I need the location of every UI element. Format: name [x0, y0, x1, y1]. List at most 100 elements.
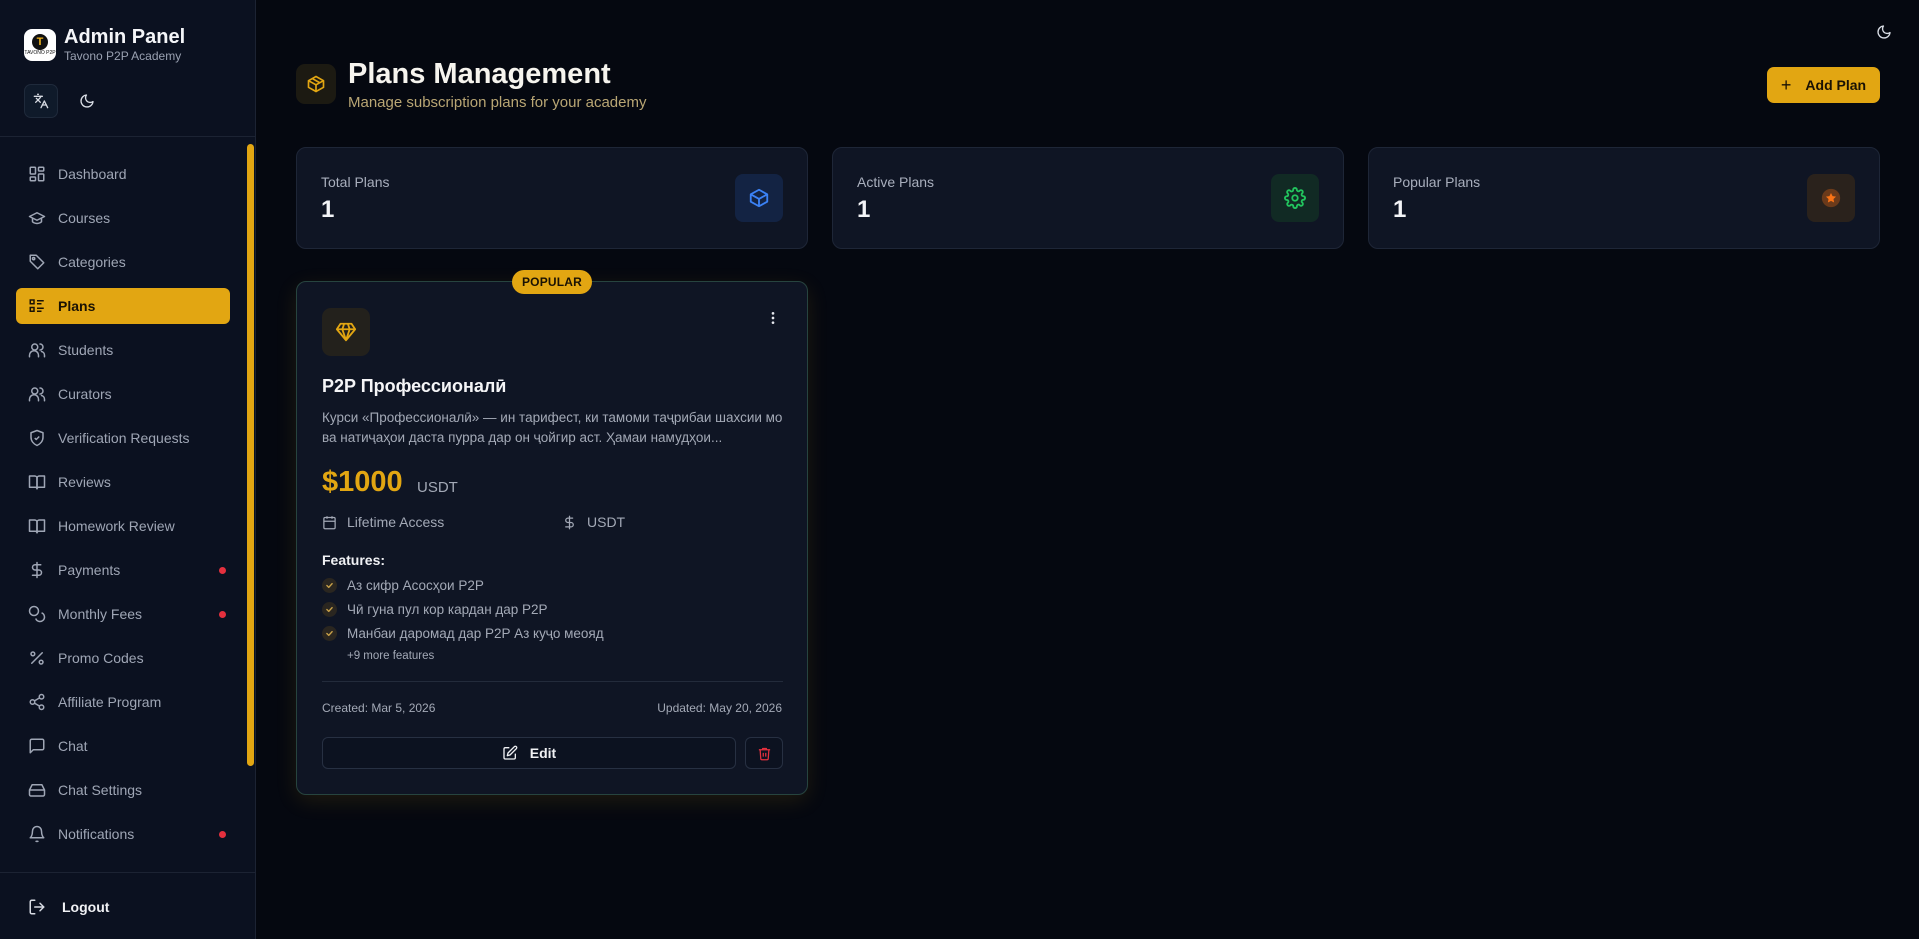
page-icon [296, 64, 336, 104]
currency-label: USDT [587, 514, 626, 530]
sidebar-item-verification-requests[interactable]: Verification Requests [16, 420, 230, 456]
sidebar-item-label: Promo Codes [58, 650, 144, 666]
calendar-icon [323, 515, 336, 529]
moon-icon [80, 94, 94, 108]
sidebar-item-plans[interactable]: Plans [16, 288, 230, 324]
sidebar-item-label: Courses [58, 210, 111, 226]
sidebar-item-label: Chat [58, 738, 88, 754]
language-button[interactable] [24, 84, 58, 118]
dashboard-icon [29, 166, 45, 182]
theme-toggle-button[interactable] [1876, 24, 1896, 44]
sidebar-item-label: Notifications [58, 826, 135, 842]
sidebar-item-label: Payments [58, 562, 121, 578]
plan-currency: USDT [417, 479, 458, 496]
features-title: Features: [322, 552, 386, 568]
access-info: Lifetime Access [322, 514, 444, 530]
edit-icon [503, 745, 518, 760]
sidebar-item-monthly-fees[interactable]: Monthly Fees [16, 596, 230, 632]
plan-price: $1000 [322, 466, 403, 498]
page-title: Plans Management [348, 58, 611, 90]
feature-item: Чӣ гуна пул кор кардан дар P2P [322, 602, 548, 617]
sidebar-item-homework-review[interactable]: Homework Review [16, 508, 230, 544]
sidebar-item-notifications[interactable]: Notifications [16, 816, 230, 852]
graduation-cap-icon [28, 212, 46, 225]
currency-info: USDT [562, 514, 625, 530]
tag-icon [29, 254, 45, 270]
chat-icon [29, 738, 45, 754]
brand-title: Admin Panel [64, 26, 186, 48]
sidebar-nav: Dashboard Courses Categories Plans Stude… [16, 156, 230, 866]
brand-subtitle: Tavono P2P Academy [64, 49, 182, 63]
plan-card[interactable]: POPULAR P2P Профессионалӣ Курси «Професс… [296, 270, 808, 795]
feature-item: Манбаи даромад дар P2P Аз куҷо меояд [322, 626, 604, 641]
sidebar-item-label: Homework Review [58, 518, 175, 534]
sidebar-item-curators[interactable]: Curators [16, 376, 230, 412]
dollar-icon [31, 561, 43, 579]
sidebar-item-students[interactable]: Students [16, 332, 230, 368]
brand[interactable]: T TAVONO P2P Admin Panel Tavono P2P Acad… [24, 26, 185, 64]
stat-icon-wrap [735, 174, 783, 222]
sidebar-item-label: Affiliate Program [58, 694, 162, 710]
feature-text: Аз сифр Асосҳои P2P [347, 578, 484, 593]
logo-text: TAVONO P2P [24, 50, 56, 56]
sidebar-item-label: Monthly Fees [58, 606, 143, 622]
more-features: +9 more features [347, 650, 435, 662]
dots-vertical-icon [771, 312, 775, 324]
stat-icon-wrap [1271, 174, 1319, 222]
sidebar-scrollbar[interactable] [247, 144, 254, 766]
package-icon [307, 75, 325, 93]
bell-icon [29, 825, 45, 843]
sidebar-item-label: Dashboard [58, 166, 127, 182]
stat-card-active-plans: Active Plans 1 [832, 147, 1344, 249]
sidebar-item-courses[interactable]: Courses [16, 200, 230, 236]
sidebar-item-label: Curators [58, 386, 112, 402]
notification-dot [219, 567, 226, 574]
check-icon [322, 578, 337, 593]
plus-icon: + [1780, 75, 1792, 95]
add-plan-button[interactable]: + Add Plan [1767, 67, 1880, 103]
page-subtitle: Manage subscription plans for your acade… [348, 94, 647, 111]
sidebar-item-categories[interactable]: Categories [16, 244, 230, 280]
sidebar-item-promo-codes[interactable]: Promo Codes [16, 640, 230, 676]
sidebar-item-dashboard[interactable]: Dashboard [16, 156, 230, 192]
stat-card-popular-plans: Popular Plans 1 [1368, 147, 1880, 249]
trash-icon [758, 747, 770, 760]
list-icon [29, 299, 44, 312]
updated-date: Updated: May 20, 2026 [657, 701, 782, 715]
popular-badge: POPULAR [512, 270, 592, 294]
edit-button[interactable]: Edit [322, 737, 736, 769]
sidebar-item-payments[interactable]: Payments [16, 552, 230, 588]
logo-mark: T [32, 34, 48, 50]
plan-icon-wrap [322, 308, 370, 356]
stat-label: Active Plans [857, 174, 935, 190]
sidebar-item-reviews[interactable]: Reviews [16, 464, 230, 500]
moon-icon [1877, 25, 1891, 39]
logout-button[interactable]: Logout [28, 898, 109, 916]
sidebar-item-chat-settings[interactable]: Chat Settings [16, 772, 230, 808]
card-divider [322, 681, 783, 682]
star-icon [1821, 188, 1841, 208]
percent-icon [30, 651, 44, 665]
users-icon [28, 387, 46, 402]
translate-icon [33, 93, 49, 109]
logo: T TAVONO P2P [24, 29, 56, 61]
notification-dot [219, 611, 226, 618]
stat-value: 1 [1393, 196, 1407, 223]
more-options-button[interactable] [763, 308, 783, 328]
feature-item: Аз сифр Асосҳои P2P [322, 578, 484, 593]
stat-card-total-plans: Total Plans 1 [296, 147, 808, 249]
delete-button[interactable] [745, 737, 783, 769]
coins-icon [28, 605, 46, 623]
book-open-icon [28, 519, 46, 534]
stat-value: 1 [857, 196, 871, 223]
sidebar-item-label: Reviews [58, 474, 111, 490]
sidebar-item-label: Chat Settings [58, 782, 143, 798]
theme-button[interactable] [70, 84, 104, 118]
share-icon [29, 693, 45, 711]
sidebar-item-affiliate-program[interactable]: Affiliate Program [16, 684, 230, 720]
sidebar-item-chat[interactable]: Chat [16, 728, 230, 764]
plan-name: P2P Профессионалӣ [322, 376, 507, 396]
gear-icon [1284, 187, 1306, 209]
book-open-icon [28, 475, 46, 490]
hard-drive-icon [28, 784, 46, 797]
